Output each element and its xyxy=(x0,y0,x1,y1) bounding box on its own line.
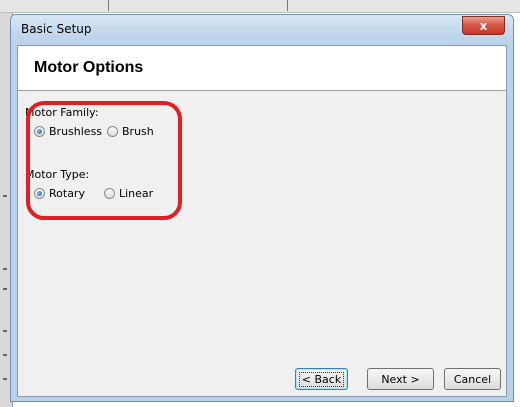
cancel-button[interactable]: Cancel xyxy=(444,368,501,390)
close-icon: x xyxy=(479,18,488,33)
window-title: Basic Setup xyxy=(21,22,92,36)
back-button-label: < Back xyxy=(298,371,345,387)
page-title: Motor Options xyxy=(34,59,144,76)
page-header: Motor Options xyxy=(18,46,506,91)
next-button-label: Next > xyxy=(381,372,420,386)
background-app-topbar xyxy=(0,0,520,13)
annotation-highlight-ring xyxy=(26,101,182,220)
cancel-button-label: Cancel xyxy=(453,372,492,386)
background-tick xyxy=(3,330,7,332)
background-tick xyxy=(3,288,7,290)
title-bar[interactable]: Basic Setup x xyxy=(11,15,513,45)
background-divider xyxy=(287,0,288,11)
close-button[interactable]: x xyxy=(462,16,505,35)
background-tick xyxy=(3,268,7,270)
background-tick xyxy=(3,354,7,356)
back-button[interactable]: < Back xyxy=(295,368,348,390)
background-divider xyxy=(108,0,109,11)
background-tick xyxy=(3,195,7,197)
next-button[interactable]: Next > xyxy=(367,368,434,390)
dialog-content: Motor Options Motor Family: Brushless Br… xyxy=(17,45,507,397)
background-tick xyxy=(3,378,7,380)
basic-setup-dialog: Basic Setup x Motor Options Motor Family… xyxy=(10,14,514,402)
